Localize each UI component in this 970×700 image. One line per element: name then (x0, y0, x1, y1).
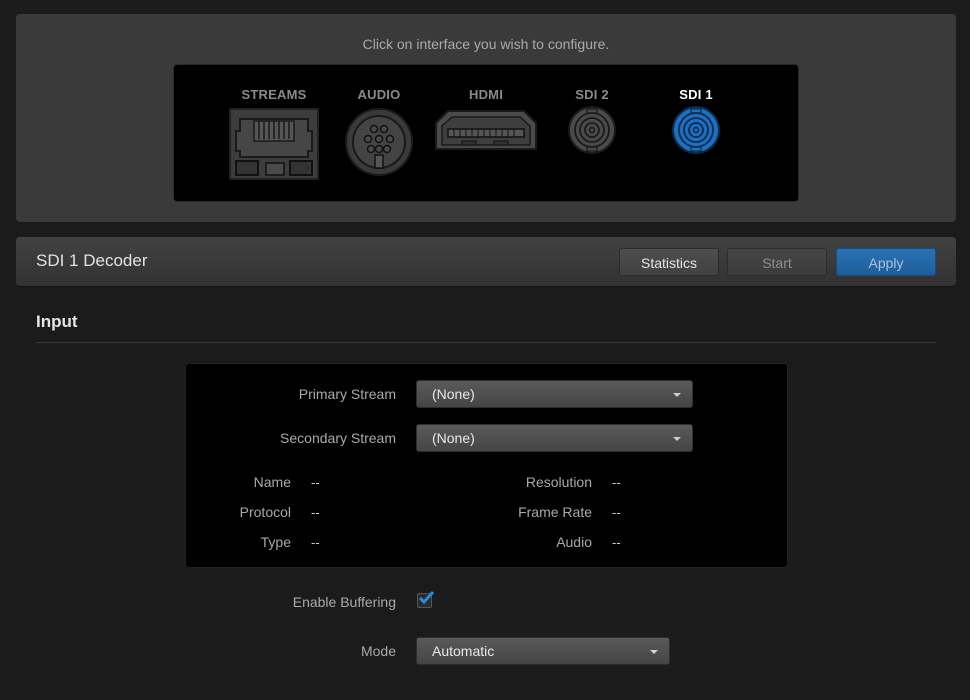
chevron-down-icon (673, 393, 681, 397)
section-divider (36, 342, 936, 343)
secondary-stream-label: Secondary Stream (186, 430, 396, 446)
interface-sdi-1[interactable]: SDI 1 (664, 65, 728, 195)
interface-label: STREAMS (242, 87, 307, 103)
interface-label: AUDIO (358, 87, 401, 103)
enable-buffering-checkbox[interactable] (417, 593, 432, 608)
interface-label: SDI 2 (575, 87, 609, 103)
info-resolution-label: Resolution (472, 474, 592, 490)
apply-button[interactable]: Apply (836, 248, 936, 276)
interface-sdi-2[interactable]: SDI 2 (560, 65, 624, 195)
info-frame-rate-value: -- (612, 505, 621, 520)
secondary-stream-select[interactable]: (None) (416, 424, 693, 452)
statistics-button[interactable]: Statistics (619, 248, 719, 276)
secondary-stream-value: (None) (432, 430, 475, 446)
chevron-down-icon (650, 650, 658, 654)
hdmi-port-icon (434, 109, 538, 157)
chevron-down-icon (673, 437, 681, 441)
interface-streams[interactable]: STREAMS (226, 65, 322, 195)
decoder-header: SDI 1 Decoder Statistics Start Apply (16, 237, 956, 287)
start-button[interactable]: Start (727, 248, 827, 276)
ethernet-port-icon (228, 107, 320, 181)
mode-value: Automatic (432, 643, 494, 659)
interface-audio[interactable]: AUDIO (339, 65, 419, 195)
bnc-port-icon (671, 105, 721, 155)
interface-box: STREAMS AUDIO (173, 64, 799, 202)
audio-din-port-icon (344, 107, 414, 177)
input-stream-box: Primary Stream (None) Secondary Stream (… (185, 363, 788, 568)
interface-hdmi[interactable]: HDMI (432, 65, 540, 195)
interface-label: SDI 1 (679, 87, 713, 103)
info-audio-label: Audio (472, 534, 592, 550)
info-frame-rate-label: Frame Rate (472, 504, 592, 520)
decoder-title: SDI 1 Decoder (36, 251, 148, 271)
input-section-title: Input (36, 312, 78, 332)
info-audio-value: -- (612, 535, 621, 550)
mode-select[interactable]: Automatic (416, 637, 670, 665)
primary-stream-value: (None) (432, 386, 475, 402)
interface-hint: Click on interface you wish to configure… (16, 36, 956, 52)
enable-buffering-label: Enable Buffering (200, 594, 396, 610)
primary-stream-select[interactable]: (None) (416, 380, 693, 408)
info-type-label: Type (171, 534, 291, 550)
info-name-value: -- (311, 475, 320, 490)
info-type-value: -- (311, 535, 320, 550)
interface-selector-panel: Click on interface you wish to configure… (16, 14, 956, 222)
info-name-label: Name (171, 474, 291, 490)
bnc-port-icon (567, 105, 617, 155)
interface-label: HDMI (469, 87, 503, 103)
primary-stream-label: Primary Stream (186, 386, 396, 402)
info-protocol-label: Protocol (171, 504, 291, 520)
mode-label: Mode (200, 643, 396, 659)
info-resolution-value: -- (612, 475, 621, 490)
info-protocol-value: -- (311, 505, 320, 520)
checkmark-icon (418, 590, 436, 606)
